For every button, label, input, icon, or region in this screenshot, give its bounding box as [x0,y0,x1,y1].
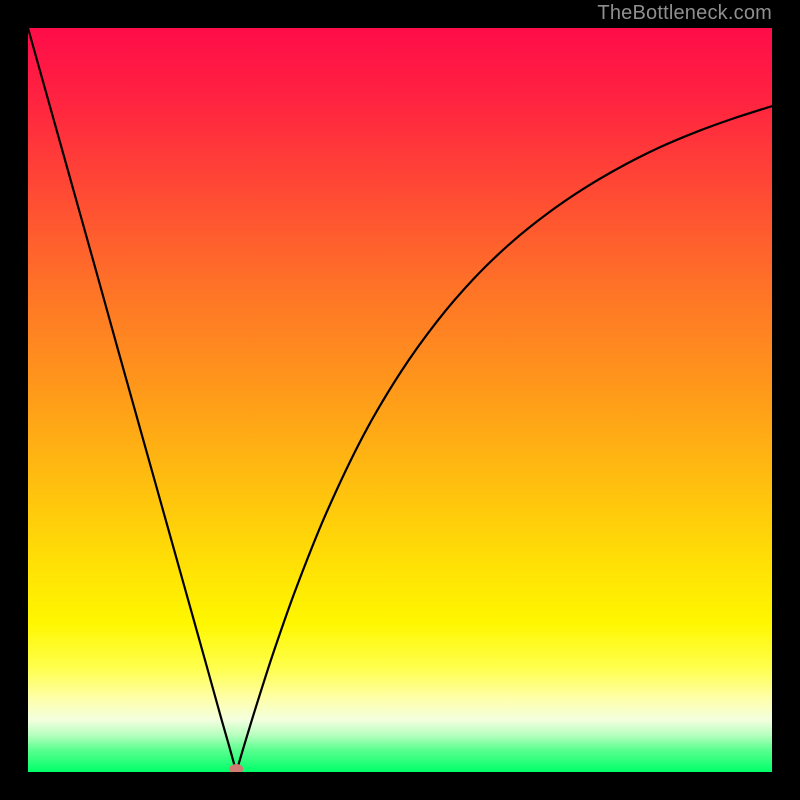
plot-area [28,28,772,772]
chart-svg [28,28,772,772]
gradient-background [28,28,772,772]
chart-frame: TheBottleneck.com [0,0,800,800]
attribution-label: TheBottleneck.com [597,2,772,25]
